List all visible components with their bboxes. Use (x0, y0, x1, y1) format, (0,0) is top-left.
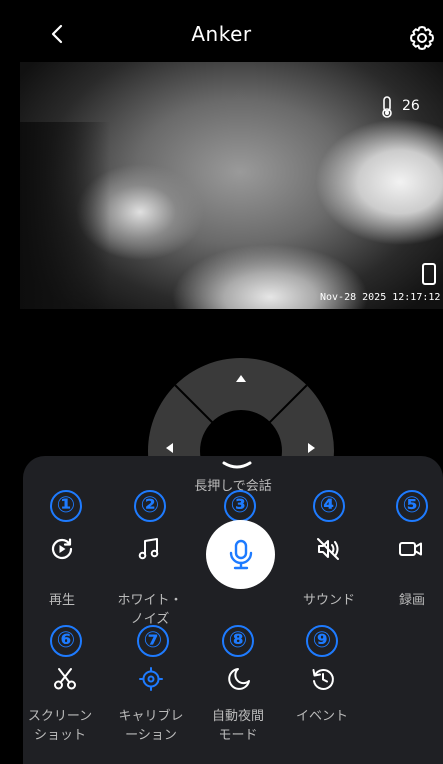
callout-number-6: ⑥ (50, 625, 82, 657)
tool-label-night-mode: 自動夜間 モード (211, 709, 264, 743)
calibration-icon[interactable] (138, 666, 164, 692)
talk-microphone-button[interactable] (206, 520, 275, 589)
microphone-icon (229, 539, 253, 570)
video-camera-icon[interactable] (398, 536, 424, 562)
temperature-value: 26 (402, 98, 420, 114)
callout-number-8: ⑧ (222, 625, 254, 657)
app-header: Anker (0, 0, 443, 62)
video-timestamp: Nov-28 2025 12:17:12 (320, 292, 441, 303)
tool-label-sound: サウンド (302, 593, 355, 608)
history-icon[interactable] (310, 666, 336, 692)
tool-label-calibration: キャリブレ ーション (118, 709, 184, 743)
callout-number-7: ⑦ (137, 625, 169, 657)
music-note-icon[interactable] (136, 536, 162, 562)
tool-label-playback: 再生 (48, 593, 75, 608)
callout-number-1: ① (50, 490, 82, 522)
sheet-handle-chevron-icon[interactable] (222, 460, 252, 472)
speaker-muted-icon[interactable] (315, 536, 341, 562)
tool-label-record: 録画 (398, 593, 425, 608)
tool-label-white-noise: ホワイト・ ノイズ (117, 593, 183, 627)
callout-number-2: ② (134, 490, 166, 522)
camera-live-view[interactable]: 26 Nov-28 2025 12:17:12 (20, 62, 443, 309)
callout-number-9: ⑨ (306, 625, 338, 657)
ptz-area (0, 309, 443, 544)
callout-number-5: ⑤ (396, 490, 428, 522)
control-sheet: 長押しで会話 ① ② ③ ④ ⑤ 再生 ホワイト・ ノイズ サウンド 録画 ⑥ … (23, 456, 443, 764)
fullscreen-icon[interactable] (422, 263, 436, 285)
video-shadow (20, 122, 110, 309)
tool-label-events: イベント (295, 709, 348, 724)
moon-icon[interactable] (226, 666, 252, 692)
gear-icon[interactable] (408, 24, 436, 52)
page-title: Anker (191, 22, 252, 46)
tool-label-screenshot: スクリーン ショット (27, 709, 93, 743)
callout-number-3: ③ (224, 490, 256, 522)
pan-right-arrow-icon[interactable] (308, 443, 315, 453)
pan-up-arrow-icon[interactable] (236, 375, 246, 382)
thermometer-icon (382, 96, 392, 118)
scissors-icon[interactable] (52, 666, 78, 692)
replay-icon[interactable] (49, 536, 75, 562)
pan-left-arrow-icon[interactable] (166, 443, 173, 453)
callout-number-4: ④ (313, 490, 345, 522)
